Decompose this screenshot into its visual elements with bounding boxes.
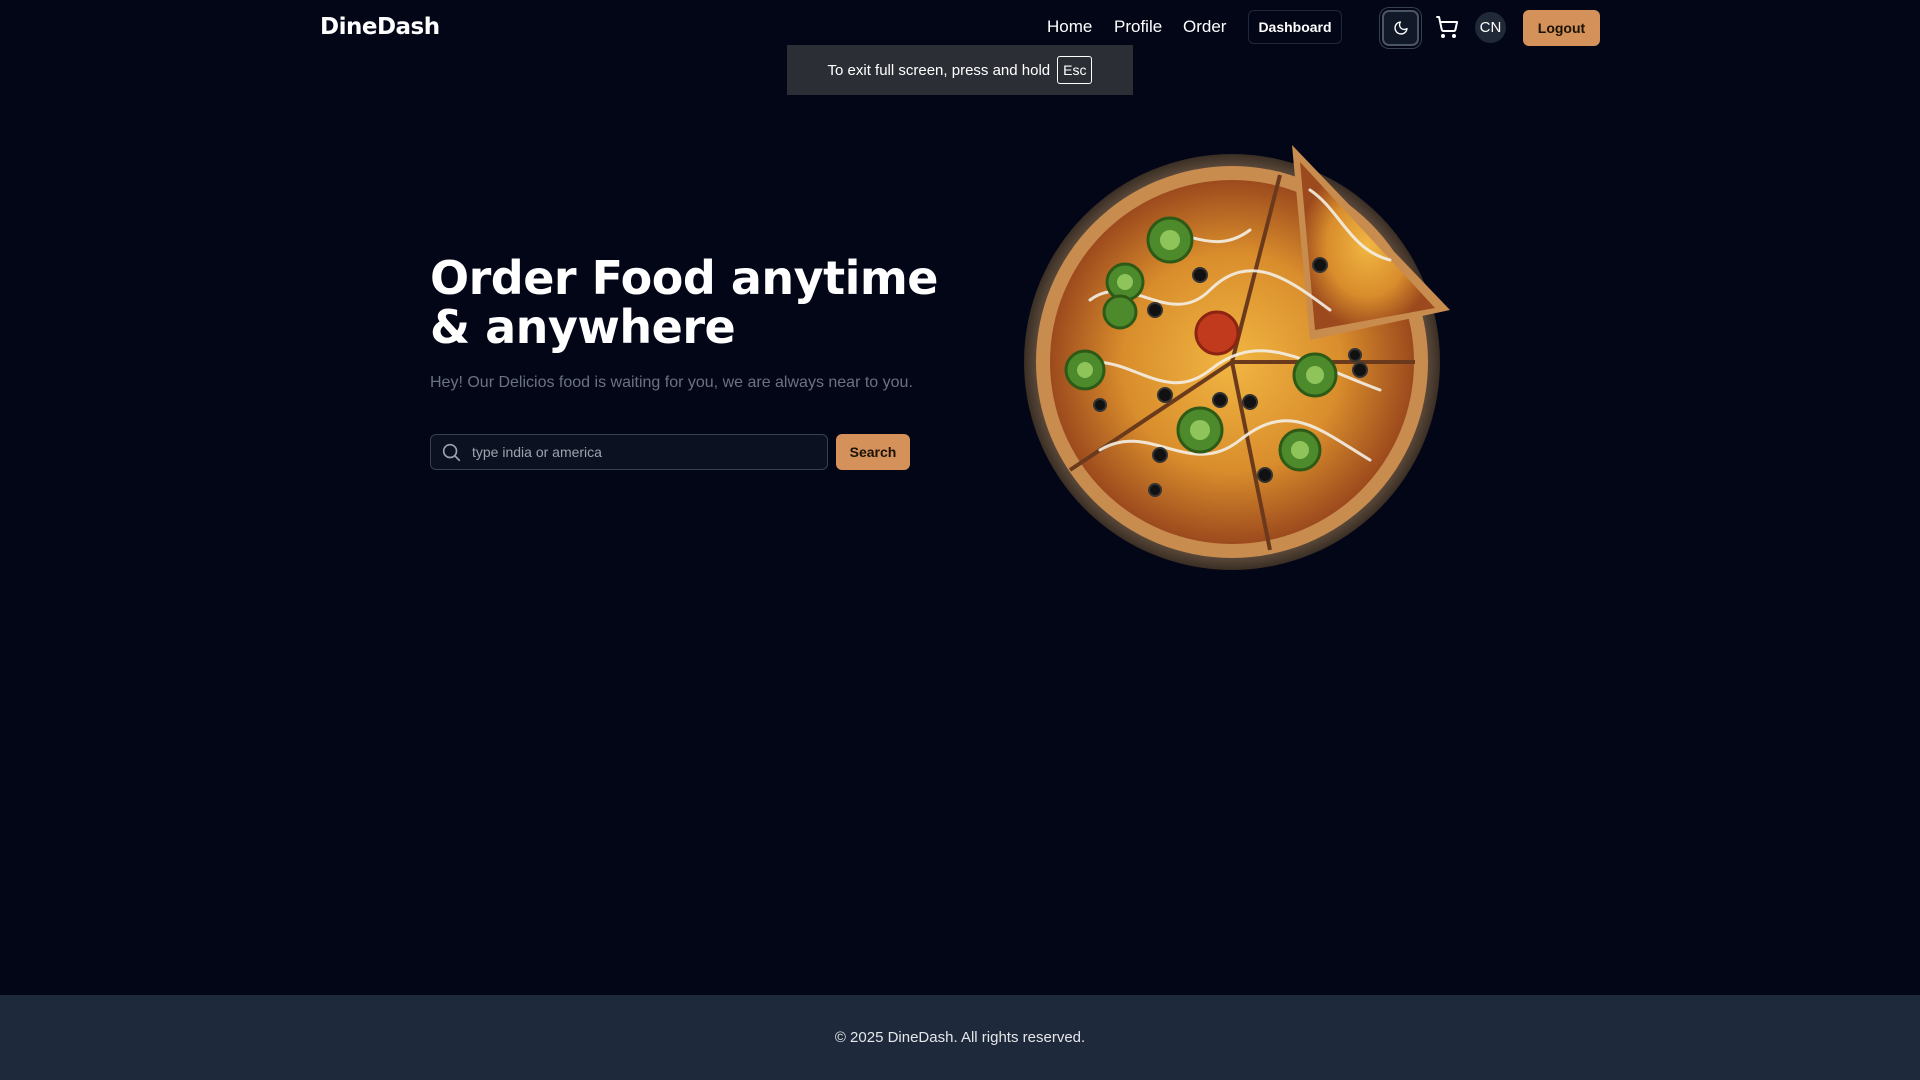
footer: © 2025 DineDash. All rights reserved. bbox=[0, 995, 1920, 1080]
search-box[interactable] bbox=[430, 434, 828, 470]
nav-link-home[interactable]: Home bbox=[1047, 17, 1092, 37]
footer-copyright: © 2025 DineDash. All rights reserved. bbox=[834, 1029, 1086, 1046]
pizza-image bbox=[1024, 145, 1450, 570]
hero-title: Order Food anytime & anywhere bbox=[430, 254, 950, 352]
moon-icon bbox=[1393, 21, 1408, 35]
cart-button[interactable] bbox=[1432, 12, 1462, 42]
user-avatar[interactable]: CN bbox=[1475, 12, 1506, 43]
search-icon bbox=[440, 441, 462, 463]
hero-subtitle: Hey! Our Delicios food is waiting for yo… bbox=[430, 374, 913, 391]
nav-link-profile[interactable]: Profile bbox=[1114, 17, 1162, 37]
hero-title-line1: Order Food anytime bbox=[430, 251, 938, 305]
theme-toggle-button[interactable] bbox=[1382, 10, 1419, 46]
dashboard-button[interactable]: Dashboard bbox=[1248, 10, 1342, 44]
search-button[interactable]: Search bbox=[836, 434, 910, 470]
search-input[interactable] bbox=[470, 443, 814, 461]
logout-button[interactable]: Logout bbox=[1523, 10, 1600, 46]
brand-logo[interactable]: DineDash bbox=[320, 14, 440, 40]
toast-message: To exit full screen, press and hold bbox=[827, 61, 1051, 79]
shopping-cart-icon bbox=[1436, 16, 1459, 38]
nav-link-order[interactable]: Order bbox=[1183, 17, 1226, 37]
esc-key-badge: Esc bbox=[1057, 56, 1093, 84]
fullscreen-exit-toast: To exit full screen, press and hold Esc bbox=[787, 45, 1133, 95]
hero-title-line2: & anywhere bbox=[430, 300, 736, 354]
